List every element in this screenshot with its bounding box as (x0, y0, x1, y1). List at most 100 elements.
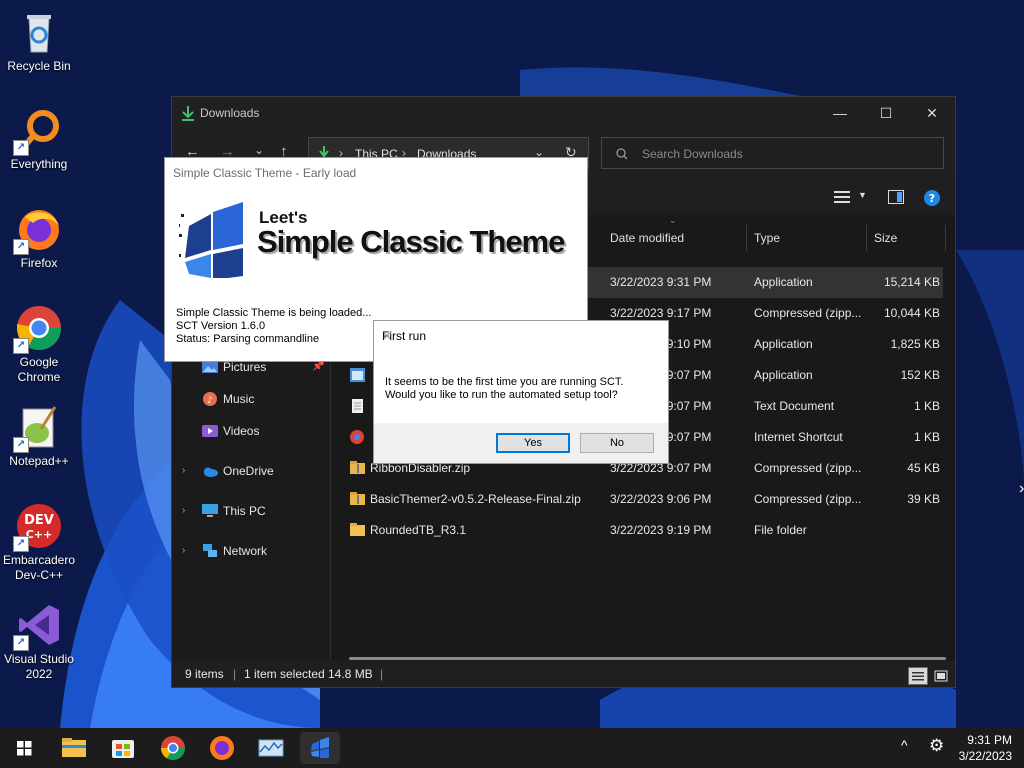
search-box[interactable]: Search Downloads (601, 137, 944, 169)
column-header-size[interactable]: Size (874, 223, 897, 253)
file-date: 3/22/2023 9:19 PM (610, 523, 712, 537)
start-button[interactable] (4, 732, 44, 764)
column-header-type[interactable]: Type (754, 223, 780, 253)
desktop-icon-recycle-bin[interactable]: Recycle Bin (0, 8, 78, 74)
preview-pane-icon[interactable] (888, 190, 904, 204)
download-icon (182, 106, 194, 121)
shortcut-arrow-icon: ↗ (13, 635, 29, 651)
dialog-title-bar[interactable]: First run ✕ (374, 321, 668, 351)
recent-chevron-icon[interactable]: ⌄ (254, 143, 264, 157)
close-button[interactable]: ✕ (909, 97, 955, 129)
everything-icon: ↗ (13, 106, 63, 156)
help-icon[interactable]: ? (923, 189, 941, 207)
maximize-button[interactable]: ☐ (863, 97, 909, 129)
first-run-dialog[interactable]: First run ✕ It seems to be the first tim… (373, 320, 669, 464)
notepadpp-icon: ↗ (13, 403, 63, 453)
text-document-icon (352, 399, 363, 413)
expand-chevron-icon[interactable]: › (182, 538, 185, 564)
expand-chevron-icon[interactable]: › (182, 458, 185, 484)
music-icon: ♪ (203, 392, 217, 406)
file-type: Application (754, 275, 813, 289)
show-hidden-icons-chevron-icon[interactable]: ^ (901, 737, 908, 753)
status-selected: 1 item selected (244, 667, 325, 681)
file-size: 1,825 KB (890, 337, 940, 351)
expand-chevron-icon[interactable]: › (182, 498, 185, 524)
column-separator[interactable] (945, 225, 946, 251)
desktop-icon-firefox[interactable]: ↗ Firefox (0, 205, 78, 271)
application-icon (350, 368, 365, 382)
svg-text:♪: ♪ (207, 396, 213, 406)
splash-status-lines: Simple Classic Theme is being loaded... … (176, 307, 371, 346)
devcpp-icon: DEV C++ ↗ (13, 502, 63, 552)
nav-item-onedrive[interactable]: › OneDrive (172, 458, 330, 484)
taskbar-store[interactable] (103, 732, 143, 764)
taskbar-sct[interactable] (300, 732, 340, 764)
taskbar-resource-monitor[interactable] (251, 732, 291, 764)
window-title: Downloads (200, 106, 260, 120)
file-row[interactable]: RoundedTB_R3.1 3/22/2023 9:19 PM File fo… (331, 515, 943, 546)
desktop-icon-label: Everything (10, 157, 68, 171)
desktop-icon-devcpp[interactable]: DEV C++ ↗ Embarcadero Dev-C++ (0, 502, 78, 583)
file-size: 45 KB (907, 461, 940, 475)
view-details-icon[interactable] (834, 191, 850, 203)
file-type: Compressed (zipp... (754, 492, 862, 506)
sct-icon (311, 737, 329, 758)
internet-shortcut-icon (350, 430, 364, 444)
network-icon (203, 544, 217, 557)
mouse-cursor-icon: › (1019, 480, 1024, 497)
desktop-icon-label: Firefox (20, 256, 58, 270)
search-placeholder: Search Downloads (642, 147, 743, 161)
resource-monitor-icon (258, 739, 284, 757)
splash-line: Simple Classic Theme is being loaded... (176, 307, 372, 319)
shortcut-arrow-icon: ↗ (13, 437, 29, 453)
shortcut-arrow-icon: ↗ (13, 239, 29, 255)
search-icon (616, 148, 628, 160)
view-dropdown-icon[interactable]: ▼ (858, 190, 867, 200)
nav-item-music[interactable]: ♪ Music (172, 386, 330, 412)
file-date: 3/22/2023 9:06 PM (610, 492, 712, 506)
desktop-icon-everything[interactable]: ↗ Everything (0, 106, 78, 172)
taskbar-file-explorer[interactable] (54, 732, 94, 764)
column-header-date[interactable]: Date modified (610, 223, 684, 253)
file-name: RoundedTB_R3.1 (370, 523, 467, 537)
file-explorer-icon (62, 738, 86, 757)
taskbar-chrome[interactable] (153, 732, 193, 764)
desktop-icon-notepadpp[interactable]: ↗ Notepad++ (0, 403, 78, 469)
visual-studio-icon: ↗ (13, 601, 63, 651)
taskbar: ^ ⚙ 9:31 PM 3/22/2023 (0, 728, 1024, 768)
column-separator[interactable] (866, 225, 867, 251)
pictures-icon (202, 361, 218, 373)
nav-item-network[interactable]: › Network (172, 538, 330, 564)
this-pc-icon (202, 504, 218, 517)
clock-date: 3/22/2023 (958, 749, 1012, 763)
nav-label: This PC (223, 504, 266, 518)
desktop-icon-label: Recycle Bin (7, 59, 71, 73)
zip-folder-icon (350, 492, 365, 505)
minimize-button[interactable]: — (817, 97, 863, 129)
horizontal-scrollbar[interactable] (349, 657, 946, 660)
settings-gear-icon[interactable]: ⚙ (929, 736, 944, 756)
desktop-icon-visual-studio[interactable]: ↗ Visual Studio 2022 (0, 601, 78, 682)
nav-item-videos[interactable]: Videos (172, 418, 330, 444)
taskbar-clock[interactable]: 9:31 PM 3/22/2023 (959, 732, 1012, 764)
dialog-body: It seems to be the first time you are ru… (374, 351, 668, 423)
yes-button[interactable]: Yes (496, 433, 570, 453)
column-separator[interactable] (746, 225, 747, 251)
file-row[interactable]: BasicThemer2-v0.5.2-Release-Final.zip 3/… (331, 484, 943, 515)
status-item-count: 9 items (185, 667, 224, 681)
file-size: 1 KB (913, 430, 940, 444)
no-button[interactable]: No (580, 433, 654, 453)
details-view-button[interactable] (908, 667, 928, 685)
file-name: BasicThemer2-v0.5.2-Release-Final.zip (370, 492, 581, 506)
desktop-icon-chrome[interactable]: ↗ Google Chrome (0, 304, 78, 385)
dialog-close-icon[interactable]: ✕ (382, 329, 660, 343)
shortcut-arrow-icon: ↗ (13, 140, 29, 156)
large-icons-view-button[interactable] (931, 667, 951, 685)
splash-line: Status: Parsing commandline (176, 333, 320, 345)
nav-item-this-pc[interactable]: › This PC (172, 498, 330, 524)
title-bar[interactable]: Downloads — ☐ ✕ (172, 97, 955, 129)
recycle-bin-icon (15, 8, 63, 56)
store-icon (112, 740, 134, 758)
taskbar-firefox[interactable] (202, 732, 242, 764)
firefox-icon (210, 736, 234, 760)
